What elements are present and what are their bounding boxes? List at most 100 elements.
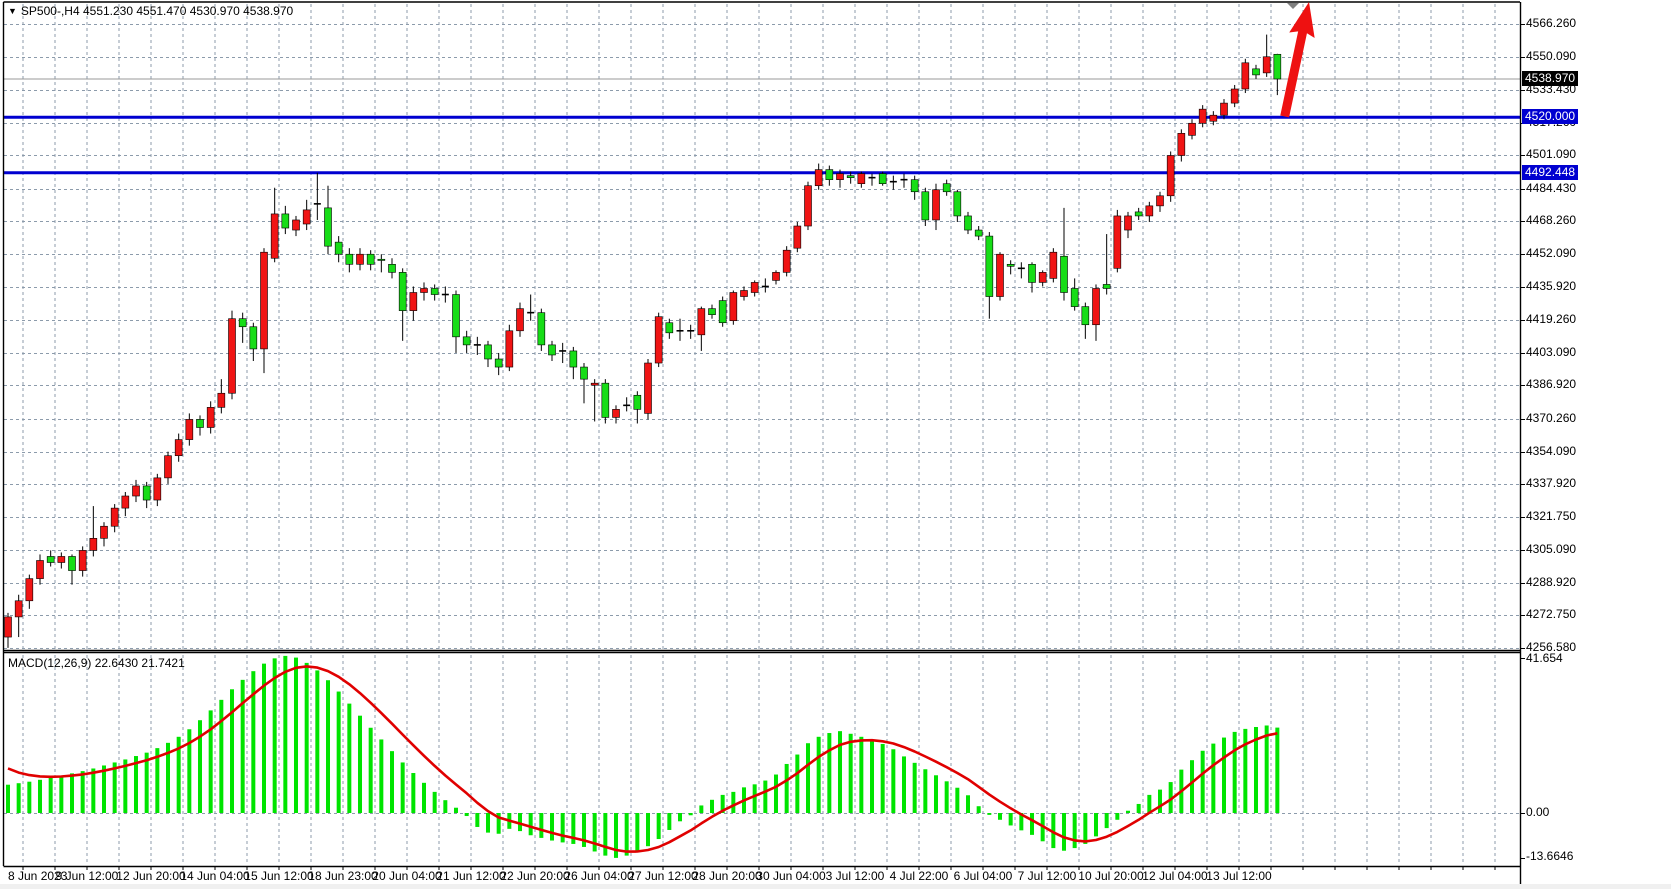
price-tick-label: 4321.750 bbox=[1526, 509, 1576, 523]
bull-candle bbox=[858, 174, 865, 184]
bull-candle bbox=[37, 560, 44, 578]
bull-candle bbox=[58, 556, 65, 562]
chart-canvas[interactable] bbox=[0, 0, 1671, 889]
bull-candle bbox=[1146, 206, 1153, 216]
bull-candle bbox=[517, 309, 524, 331]
bear-candle bbox=[634, 395, 641, 409]
bull-candle bbox=[1199, 109, 1206, 123]
bear-candle bbox=[538, 313, 545, 345]
bull-candle bbox=[1157, 196, 1164, 206]
bull-candle bbox=[165, 456, 172, 478]
time-tick-label: 12 Jun 20:00 bbox=[116, 869, 185, 883]
bull-candle bbox=[1167, 155, 1174, 195]
macd-indicator-label: MACD(12,26,9) 22.6430 21.7421 bbox=[8, 656, 185, 670]
time-tick-label: 10 Jul 20:00 bbox=[1078, 869, 1143, 883]
time-tick-label: 6 Jul 04:00 bbox=[954, 869, 1013, 883]
chevron-down-icon[interactable]: ▼ bbox=[8, 6, 17, 16]
bull-candle bbox=[154, 478, 161, 500]
bull-candle bbox=[1093, 288, 1100, 324]
time-tick-label: 4 Jul 22:00 bbox=[890, 869, 949, 883]
bear-candle bbox=[250, 327, 257, 349]
bull-candle bbox=[229, 319, 236, 394]
macd-tick-label: -13.6646 bbox=[1526, 849, 1573, 863]
time-tick-label: 13 Jul 12:00 bbox=[1206, 869, 1271, 883]
bull-candle bbox=[506, 331, 513, 367]
price-tick-label: 4272.750 bbox=[1526, 607, 1576, 621]
bull-candle bbox=[111, 508, 118, 526]
bear-candle bbox=[367, 254, 374, 264]
price-tick-label: 4484.430 bbox=[1526, 181, 1576, 195]
bear-candle bbox=[282, 214, 289, 228]
bull-candle bbox=[357, 254, 364, 264]
bear-candle bbox=[1029, 264, 1036, 282]
bear-candle bbox=[495, 359, 502, 367]
bear-candle bbox=[1007, 264, 1014, 266]
price-tick-label: 4452.090 bbox=[1526, 246, 1576, 260]
bull-candle bbox=[90, 538, 97, 550]
price-tick-label: 4386.920 bbox=[1526, 377, 1576, 391]
bull-candle bbox=[271, 214, 278, 258]
bull-candle bbox=[1221, 103, 1228, 115]
bull-candle bbox=[303, 210, 310, 224]
time-tick-label: 7 Jul 12:00 bbox=[1018, 869, 1077, 883]
bear-candle bbox=[1071, 288, 1078, 306]
chart-shift-marker-icon bbox=[1287, 3, 1299, 9]
bear-candle bbox=[549, 345, 556, 355]
current-price-badge: 4538.970 bbox=[1522, 71, 1578, 86]
bull-candle bbox=[730, 293, 737, 321]
bear-candle bbox=[922, 192, 929, 220]
bull-candle bbox=[186, 419, 193, 439]
time-tick-label: 21 Jun 12:00 bbox=[436, 869, 505, 883]
bear-candle bbox=[709, 309, 716, 315]
bear-candle bbox=[570, 351, 577, 367]
bull-candle bbox=[1114, 216, 1121, 268]
bull-candle bbox=[933, 190, 940, 220]
time-tick-label: 22 Jun 20:00 bbox=[500, 869, 569, 883]
ohlc-values-label: 4551.230 4551.470 4530.970 4538.970 bbox=[83, 4, 293, 18]
time-tick-label: 20 Jun 04:00 bbox=[372, 869, 441, 883]
bull-candle bbox=[655, 317, 662, 363]
time-tick-label: 27 Jun 12:00 bbox=[628, 869, 697, 883]
bear-candle bbox=[1061, 256, 1068, 292]
bull-candle bbox=[5, 617, 12, 637]
bear-candle bbox=[719, 301, 726, 323]
bull-candle bbox=[218, 393, 225, 407]
bear-candle bbox=[378, 259, 385, 260]
chart-title[interactable]: ▼SP500-,H4 4551.230 4551.470 4530.970 45… bbox=[8, 4, 293, 18]
bear-candle bbox=[602, 383, 609, 417]
price-tick-label: 4550.090 bbox=[1526, 49, 1576, 63]
bear-candle bbox=[666, 323, 673, 333]
bear-candle bbox=[1082, 307, 1089, 325]
bull-candle bbox=[26, 579, 33, 601]
bull-candle bbox=[1050, 252, 1057, 278]
bear-candle bbox=[453, 295, 460, 337]
bull-candle bbox=[1263, 57, 1270, 73]
bull-candle bbox=[741, 290, 748, 296]
bear-candle bbox=[47, 556, 54, 562]
bull-candle bbox=[410, 293, 417, 311]
bull-candle bbox=[79, 550, 86, 570]
bear-candle bbox=[239, 319, 246, 327]
time-tick-label: 18 Jun 23:00 bbox=[308, 869, 377, 883]
bull-candle bbox=[613, 409, 620, 417]
price-line-badge: 4492.448 bbox=[1522, 165, 1578, 180]
bull-candle bbox=[175, 440, 182, 456]
bull-candle bbox=[1125, 216, 1132, 230]
window-bottom-strip bbox=[0, 884, 1671, 889]
bear-candle bbox=[485, 345, 492, 359]
bull-candle bbox=[1039, 272, 1046, 282]
bear-candle bbox=[986, 236, 993, 296]
bear-candle bbox=[943, 184, 950, 192]
price-tick-label: 4370.260 bbox=[1526, 411, 1576, 425]
bull-candle bbox=[751, 282, 758, 292]
bear-candle bbox=[847, 176, 854, 178]
bull-candle bbox=[122, 496, 129, 508]
bull-candle bbox=[794, 226, 801, 248]
bull-candle bbox=[1242, 63, 1249, 89]
bull-candle bbox=[293, 220, 300, 230]
price-tick-label: 4419.260 bbox=[1526, 312, 1576, 326]
bull-candle bbox=[261, 252, 268, 349]
bull-candle bbox=[207, 407, 214, 427]
bull-candle bbox=[837, 174, 844, 180]
price-tick-label: 4354.090 bbox=[1526, 444, 1576, 458]
